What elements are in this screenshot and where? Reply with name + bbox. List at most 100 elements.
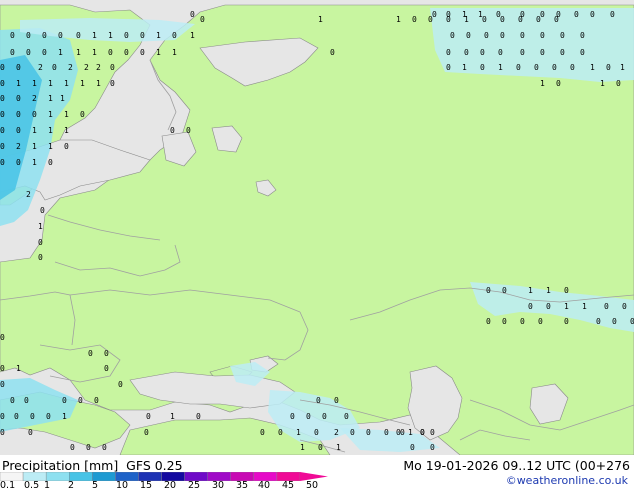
grid-value-label: 0 bbox=[564, 317, 569, 326]
grid-value-label: 0 bbox=[318, 443, 323, 452]
grid-value-label: 0 bbox=[446, 63, 451, 72]
legend-tick-label: 25 bbox=[188, 480, 201, 491]
valid-time-label: Mo 19-01-2026 09..12 UTC (00+276 bbox=[403, 458, 630, 473]
grid-value-label: 1 bbox=[540, 79, 545, 88]
grid-value-label: 0 bbox=[564, 286, 569, 295]
grid-value-label: 0 bbox=[430, 443, 435, 452]
grid-value-label: 0 bbox=[0, 94, 5, 103]
grid-value-label: 2 bbox=[334, 428, 339, 437]
grid-value-label: 0 bbox=[200, 15, 205, 24]
grid-value-label: 0 bbox=[482, 15, 487, 24]
grid-value-label: 0 bbox=[0, 364, 5, 373]
grid-value-label: 0 bbox=[580, 31, 585, 40]
precip-barents-east bbox=[430, 8, 634, 82]
legend-tick-labels: 0.1 0.5 1 2 5 10 15 20 25 30 35 40 45 50 bbox=[0, 480, 330, 491]
grid-value-label: 0 bbox=[124, 48, 129, 57]
grid-value-label: 0 bbox=[528, 302, 533, 311]
grid-value-label: 0 bbox=[190, 10, 195, 19]
grid-value-label: 0 bbox=[52, 63, 57, 72]
legend-tick-label: 35 bbox=[236, 480, 249, 491]
grid-value-label: 1 bbox=[564, 302, 569, 311]
grid-value-label: 0 bbox=[16, 94, 21, 103]
grid-value-label: 0 bbox=[502, 317, 507, 326]
grid-value-label: 0 bbox=[10, 396, 15, 405]
grid-value-label: 0 bbox=[484, 31, 489, 40]
grid-value-label: 1 bbox=[80, 79, 85, 88]
grid-value-label: 1 bbox=[60, 94, 65, 103]
grid-value-label: 0 bbox=[104, 364, 109, 373]
grid-value-label: 0 bbox=[316, 396, 321, 405]
grid-value-label: 0 bbox=[500, 15, 505, 24]
grid-value-label: 0 bbox=[534, 63, 539, 72]
grid-value-label: 1 bbox=[190, 31, 195, 40]
grid-value-label: 2 bbox=[38, 63, 43, 72]
grid-value-label: 0 bbox=[32, 110, 37, 119]
grid-value-label: 0 bbox=[420, 428, 425, 437]
grid-value-label: 0 bbox=[306, 412, 311, 421]
grid-value-label: 0 bbox=[610, 10, 615, 19]
grid-value-label: 0 bbox=[0, 63, 5, 72]
grid-value-label: 0 bbox=[38, 253, 43, 262]
grid-value-label: 0 bbox=[322, 412, 327, 421]
grid-value-label: 0 bbox=[62, 396, 67, 405]
grid-value-label: 0 bbox=[486, 286, 491, 295]
grid-value-label: 0 bbox=[464, 48, 469, 57]
grid-value-label: 0 bbox=[38, 238, 43, 247]
grid-value-label: 0 bbox=[344, 412, 349, 421]
grid-value-label: 2 bbox=[26, 190, 31, 199]
grid-value-label: 0 bbox=[384, 428, 389, 437]
grid-value-label: 0 bbox=[40, 206, 45, 215]
grid-value-label: 0 bbox=[110, 63, 115, 72]
grid-value-label: 0 bbox=[278, 428, 283, 437]
grid-value-label: 0 bbox=[428, 15, 433, 24]
grid-value-label: 0 bbox=[28, 428, 33, 437]
grid-value-label: 1 bbox=[58, 48, 63, 57]
grid-value-label: 0 bbox=[446, 15, 451, 24]
grid-value-label: 0 bbox=[552, 63, 557, 72]
grid-value-label: 0 bbox=[10, 31, 15, 40]
grid-value-label: 1 bbox=[172, 48, 177, 57]
grid-value-label: 0 bbox=[172, 31, 177, 40]
grid-value-label: 1 bbox=[32, 126, 37, 135]
grid-value-label: 0 bbox=[76, 31, 81, 40]
grid-value-label: 2 bbox=[16, 142, 21, 151]
grid-value-label: 1 bbox=[64, 126, 69, 135]
grid-value-label: 1 bbox=[590, 63, 595, 72]
grid-value-label: 1 bbox=[62, 412, 67, 421]
legend-tick-label: 40 bbox=[258, 480, 271, 491]
grid-value-label: 0 bbox=[554, 15, 559, 24]
grid-value-label: 0 bbox=[24, 396, 29, 405]
grid-value-label: 1 bbox=[582, 302, 587, 311]
grid-value-label: 0 bbox=[590, 10, 595, 19]
grid-value-label: 1 bbox=[498, 63, 503, 72]
grid-value-label: 2 bbox=[96, 63, 101, 72]
grid-value-label: 0 bbox=[502, 286, 507, 295]
grid-value-label: 0 bbox=[104, 349, 109, 358]
grid-value-label: 0 bbox=[140, 48, 145, 57]
grid-value-label: 1 bbox=[96, 79, 101, 88]
copyright-link[interactable]: ©weatheronline.co.uk bbox=[506, 474, 628, 487]
grid-value-label: 0 bbox=[546, 302, 551, 311]
grid-value-label: 0 bbox=[0, 158, 5, 167]
grid-value-label: 0 bbox=[10, 48, 15, 57]
grid-value-label: 1 bbox=[408, 428, 413, 437]
grid-value-label: 1 bbox=[76, 48, 81, 57]
grid-value-label: 1 bbox=[300, 443, 305, 452]
grid-value-label: 0 bbox=[540, 48, 545, 57]
grid-value-label: 0 bbox=[0, 126, 5, 135]
grid-value-label: 0 bbox=[466, 31, 471, 40]
grid-value-label: 0 bbox=[102, 443, 107, 452]
grid-value-label: 0 bbox=[118, 380, 123, 389]
grid-value-label: 0 bbox=[520, 317, 525, 326]
grid-value-label: 0 bbox=[94, 396, 99, 405]
grid-value-label: 0 bbox=[64, 142, 69, 151]
grid-value-label: 0 bbox=[108, 48, 113, 57]
grid-value-label: 1 bbox=[48, 110, 53, 119]
grid-value-label: 1 bbox=[318, 15, 323, 24]
grid-value-label: 0 bbox=[16, 110, 21, 119]
grid-value-label: 1 bbox=[16, 79, 21, 88]
grid-value-label: 1 bbox=[156, 31, 161, 40]
grid-value-label: 1 bbox=[32, 158, 37, 167]
grid-value-label: 0 bbox=[450, 31, 455, 40]
grid-value-label: 0 bbox=[446, 48, 451, 57]
